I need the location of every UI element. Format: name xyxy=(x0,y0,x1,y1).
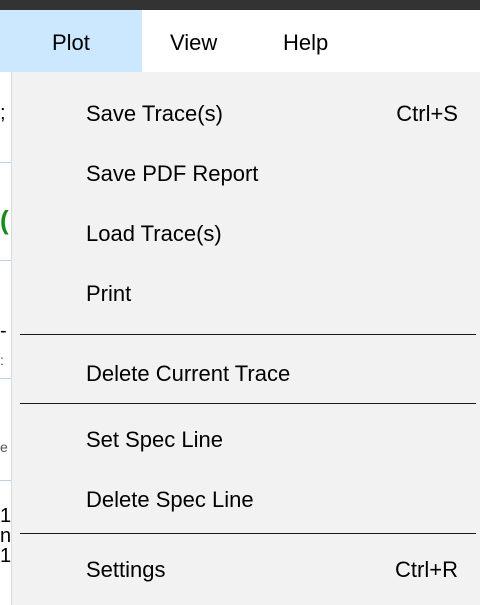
background-text-fragment: e xyxy=(0,439,8,455)
menu-bar: Plot View Help xyxy=(0,10,480,72)
menu-view-label: View xyxy=(170,30,218,55)
menu-item-label: Save Trace(s) xyxy=(86,101,223,126)
background-text-fragment: - xyxy=(0,320,7,342)
background-text-fragment: : xyxy=(0,352,4,368)
menu-item-label: Delete Current Trace xyxy=(86,361,291,386)
menu-view[interactable]: View xyxy=(170,10,217,72)
background-text-fragment: ; xyxy=(0,102,6,124)
menu-item-label: Delete Spec Line xyxy=(86,487,254,512)
menu-item-shortcut: Ctrl+S xyxy=(396,101,458,126)
menu-help-label: Help xyxy=(283,30,329,55)
menu-separator xyxy=(20,533,476,534)
background-row-divider xyxy=(0,378,12,379)
menu-item-label: Settings xyxy=(86,557,166,582)
application-window: Plot View Help ; ( - : e 1 n 1 Save Trac… xyxy=(0,0,480,605)
menu-item-shortcut: Ctrl+R xyxy=(395,557,458,582)
title-bar xyxy=(0,0,480,10)
menu-help[interactable]: Help xyxy=(283,10,328,72)
menu-separator xyxy=(20,334,476,335)
menu-item-print[interactable]: Print xyxy=(12,264,480,324)
menu-item-label: Load Trace(s) xyxy=(86,221,222,246)
menu-item-load-traces[interactable]: Load Trace(s) xyxy=(12,204,480,264)
background-text-fragment: 1 xyxy=(0,505,12,527)
background-status-fragment: ( xyxy=(0,205,9,235)
menu-plot[interactable]: Plot xyxy=(0,10,142,72)
menu-item-delete-spec-line[interactable]: Delete Spec Line xyxy=(12,470,480,530)
menu-item-save-pdf-report[interactable]: Save PDF Report xyxy=(12,144,480,204)
menu-item-delete-current-trace[interactable]: Delete Current Trace xyxy=(12,344,480,404)
menu-item-settings[interactable]: Settings Ctrl+R xyxy=(12,540,480,600)
background-row-divider xyxy=(0,480,12,481)
menu-item-label: Save PDF Report xyxy=(86,161,259,186)
background-row-divider xyxy=(0,162,12,163)
background-text-fragment: n xyxy=(0,525,12,547)
plot-menu-dropdown: Save Trace(s) Ctrl+S Save PDF Report Loa… xyxy=(12,72,480,605)
menu-item-label: Print xyxy=(86,281,132,306)
menu-item-set-spec-line[interactable]: Set Spec Line xyxy=(12,410,480,470)
menu-item-save-traces[interactable]: Save Trace(s) Ctrl+S xyxy=(12,84,480,144)
background-text-fragment: 1 xyxy=(0,545,12,567)
background-row-divider xyxy=(0,260,12,261)
menu-separator xyxy=(20,403,476,404)
menu-item-label: Set Spec Line xyxy=(86,427,223,452)
background-window-content: ; ( - : e 1 n 1 xyxy=(0,72,12,605)
menu-plot-label: Plot xyxy=(52,30,90,55)
